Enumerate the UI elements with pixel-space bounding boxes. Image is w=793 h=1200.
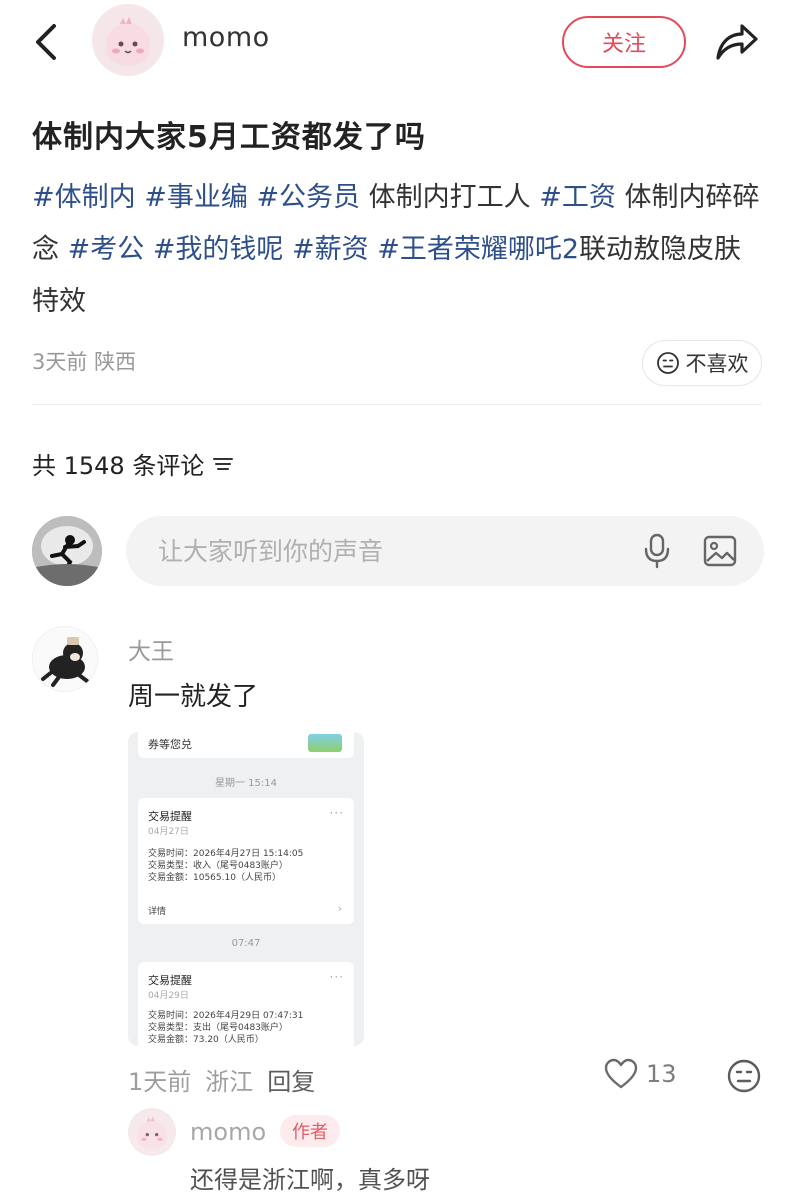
back-arrow-icon[interactable] bbox=[30, 22, 66, 62]
card-date: 04月27日 bbox=[148, 827, 189, 837]
reply-button[interactable]: 回复 bbox=[267, 1062, 315, 1097]
commenter-avatar[interactable] bbox=[32, 626, 98, 692]
reply-author-name[interactable]: momo bbox=[190, 1118, 266, 1146]
tag-text bbox=[144, 234, 153, 265]
divider bbox=[32, 404, 762, 405]
hashtag-link[interactable]: #公务员 bbox=[256, 182, 360, 213]
transaction-card: 交易提醒 04月27日 ··· 交易时间：2026年4月27日 15:14:05… bbox=[138, 798, 354, 924]
screenshot-timestamp: 07:47 bbox=[231, 938, 261, 949]
card-title: 交易提醒 bbox=[148, 974, 192, 987]
comment-location: 浙江 bbox=[205, 1068, 254, 1096]
hashtag-link[interactable]: #考公 bbox=[68, 234, 145, 265]
reply-author-avatar[interactable] bbox=[128, 1108, 176, 1156]
more-icon: ··· bbox=[329, 970, 344, 984]
dislike-face-icon[interactable] bbox=[726, 1058, 762, 1094]
comment-image[interactable]: 券等您兑 星期一 15:14 交易提醒 04月27日 ··· 交易时间：2026… bbox=[128, 732, 364, 1046]
hashtag-link[interactable]: #我的钱呢 bbox=[153, 234, 284, 265]
gift-icon bbox=[308, 734, 342, 752]
transaction-card: 交易提醒 04月29日 ··· 交易时间：2026年4月29日 07:47:31… bbox=[138, 962, 354, 1046]
post-title: 体制内大家5月工资都发了吗 bbox=[32, 120, 426, 155]
neutral-face-icon bbox=[656, 352, 679, 374]
comment-input[interactable] bbox=[158, 536, 618, 566]
more-icon: ··· bbox=[329, 806, 344, 820]
card-line: 交易金额：73.20（人民币） bbox=[148, 1035, 264, 1045]
comment-input-box[interactable] bbox=[126, 516, 764, 586]
image-icon[interactable] bbox=[702, 533, 738, 569]
comment-count-label: 共 1548 条评论 bbox=[32, 452, 205, 480]
current-user-avatar[interactable] bbox=[32, 516, 102, 586]
hashtag-link[interactable]: #工资 bbox=[539, 182, 616, 213]
screenshot-timestamp: 星期一 15:14 bbox=[215, 778, 277, 789]
dislike-label: 不喜欢 bbox=[685, 352, 749, 376]
comment-time: 1天前 bbox=[128, 1068, 192, 1096]
like-button[interactable]: 13 bbox=[604, 1058, 677, 1090]
tag-text bbox=[283, 234, 292, 265]
author-badge: 作者 bbox=[280, 1115, 340, 1147]
author-avatar[interactable] bbox=[92, 4, 164, 76]
screenshot-top-card: 券等您兑 bbox=[138, 732, 354, 758]
tag-text: 体制内打工人 bbox=[360, 182, 540, 213]
hashtag-link[interactable]: #体制内 bbox=[32, 182, 136, 213]
hashtag-link[interactable]: #薪资 bbox=[292, 234, 369, 265]
reply-text: 还得是浙江啊，真多呀 bbox=[190, 1166, 430, 1194]
like-count: 13 bbox=[646, 1060, 677, 1088]
post-location: 陕西 bbox=[94, 350, 137, 374]
heart-icon bbox=[604, 1058, 638, 1089]
microphone-icon[interactable] bbox=[640, 532, 674, 570]
hashtag-link[interactable]: #事业编 bbox=[144, 182, 248, 213]
follow-button[interactable]: 关注 bbox=[562, 16, 686, 68]
post-tags: #体制内 #事业编 #公务员 体制内打工人 #工资 体制内碎碎念 #考公 #我的… bbox=[32, 172, 762, 328]
comment-meta: 1天前 浙江 回复 bbox=[128, 1062, 315, 1097]
chevron-right-icon: › bbox=[337, 902, 342, 915]
top-bar: momo 关注 bbox=[0, 0, 793, 84]
tag-text bbox=[369, 234, 378, 265]
sort-icon[interactable] bbox=[212, 455, 234, 473]
comment-text: 周一就发了 bbox=[128, 682, 259, 712]
commenter-name[interactable]: 大王 bbox=[128, 632, 174, 666]
post-time: 3天前 bbox=[32, 350, 88, 374]
card-title: 交易提醒 bbox=[148, 810, 192, 823]
screenshot-top-text: 券等您兑 bbox=[148, 738, 192, 751]
card-detail: 详情 bbox=[148, 907, 167, 917]
comment-count: 共 1548 条评论 bbox=[32, 446, 234, 481]
author-username[interactable]: momo bbox=[182, 22, 270, 53]
dislike-button[interactable]: 不喜欢 bbox=[642, 340, 762, 386]
card-line: 交易金额：10565.10（人民币） bbox=[148, 873, 281, 883]
hashtag-link[interactable]: #王者荣耀哪吒2 bbox=[377, 234, 579, 265]
post-meta: 3天前 陕西 bbox=[32, 346, 136, 376]
share-icon[interactable] bbox=[712, 18, 760, 64]
card-date: 04月29日 bbox=[148, 991, 189, 1001]
tag-text bbox=[136, 182, 145, 213]
